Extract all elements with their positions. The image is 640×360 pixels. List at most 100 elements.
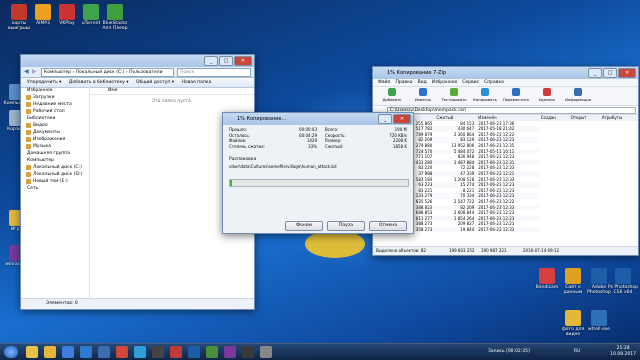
toolbar-button[interactable]: Копировать <box>470 88 500 102</box>
ie-taskbar-icon[interactable] <box>62 346 74 358</box>
menu-item[interactable]: Справка <box>484 80 504 85</box>
archiver-toolbar: Добавить Извлечь Тестировать Копировать Пере… <box>373 87 638 106</box>
steam-taskbar-icon[interactable] <box>98 346 110 358</box>
nav-item[interactable]: Видео <box>21 122 89 129</box>
chrome-taskbar-icon[interactable] <box>80 346 92 358</box>
maximize-button[interactable]: □ <box>603 68 617 78</box>
add-to-library-button[interactable]: Добавить в библиотеку ▾ <box>69 80 129 85</box>
pause-button[interactable]: Пауза <box>327 221 365 231</box>
clock[interactable]: 21:28 10.08.2017 <box>610 346 636 358</box>
search-input[interactable]: Поиск <box>177 68 251 77</box>
share-button[interactable]: Общий доступ ▾ <box>136 80 174 85</box>
folder-icon <box>26 95 31 100</box>
column-header[interactable]: Атрибуты <box>600 115 638 121</box>
nav-item[interactable]: Новый том (E:) <box>21 178 89 185</box>
folder-icon <box>26 130 31 135</box>
nav-item[interactable]: Библиотеки <box>21 115 89 122</box>
toolbar-button[interactable]: Удалить <box>532 88 562 102</box>
nav-item-label: Компьютер <box>27 158 54 163</box>
folder-icon <box>26 172 31 177</box>
toolbar-icon <box>481 88 489 96</box>
nav-item[interactable]: Домашняя группа <box>21 150 89 157</box>
document-icon <box>591 310 607 326</box>
close-button[interactable]: ✕ <box>234 56 252 66</box>
app-taskbar-icon[interactable] <box>152 346 164 358</box>
path-input[interactable]: C:\Users\v\Desktop\mempack.rar\ <box>387 107 636 114</box>
explorer-address-bar: ◀ ▶ Компьютер › Локальный диск (C:) › По… <box>21 67 254 78</box>
winrar-taskbar-icon[interactable] <box>224 346 236 358</box>
nav-item[interactable]: Локальный диск (C:) <box>21 164 89 171</box>
language-indicator[interactable]: RU <box>574 349 580 354</box>
address-input[interactable]: Компьютер › Локальный диск (C:) › Пользо… <box>41 68 174 77</box>
toolbar-button[interactable]: Тестировать <box>439 88 469 102</box>
explorer-taskbar-icon[interactable] <box>26 346 38 358</box>
menu-item[interactable]: Избранное <box>432 80 458 85</box>
minecraft-taskbar-icon[interactable] <box>206 346 218 358</box>
photoshop-icon <box>615 268 631 284</box>
toolbar-button[interactable]: Переместить <box>501 88 531 102</box>
archiver-taskbar-icon[interactable] <box>242 346 254 358</box>
nav-item[interactable]: Музыка <box>21 143 89 150</box>
nav-item[interactable]: Сеть <box>21 185 89 192</box>
nav-item[interactable]: Рабочий стол <box>21 108 89 115</box>
archiver-titlebar[interactable]: 1% Копирование 7-Zip _ □ ✕ <box>373 67 638 79</box>
column-header[interactable]: Создан <box>539 115 569 121</box>
maximize-button[interactable]: □ <box>219 56 233 66</box>
nav-item[interactable]: Загрузки <box>21 94 89 101</box>
copy-dialog-title: 1% Копирование... <box>237 116 287 122</box>
nav-item[interactable]: Изображения <box>21 136 89 143</box>
toolbar-button[interactable]: Извлечь <box>408 88 438 102</box>
desktop-icon-bluestacks[interactable]: BlueStacks Апп Плеер <box>98 4 132 31</box>
stat-label: Степень сжатия: <box>229 143 265 149</box>
bandicam-icon <box>539 268 555 284</box>
menu-item[interactable]: Файл <box>378 80 390 85</box>
bandicam-taskbar-icon[interactable] <box>116 346 128 358</box>
photoshop-taskbar-icon[interactable] <box>188 346 200 358</box>
copy-taskbar-icon[interactable] <box>260 346 272 358</box>
menu-item[interactable]: Сервис <box>462 80 479 85</box>
back-arrow-icon[interactable]: ◀ <box>24 68 29 75</box>
column-header[interactable]: Открыт <box>569 115 600 121</box>
nav-item-label: Избранное <box>27 88 53 93</box>
explorer-titlebar[interactable]: _ □ ✕ <box>21 55 254 67</box>
file-list-header: Имя <box>90 87 254 95</box>
close-button[interactable]: ✕ <box>393 114 411 124</box>
copy-dialog-titlebar[interactable]: 1% Копирование... _ ✕ <box>223 113 413 125</box>
toolbar-button[interactable]: Добавить <box>377 88 407 102</box>
desktop-icon-wtrell[interactable]: wtrell.exe <box>582 310 616 332</box>
toolbar-button[interactable]: Информация <box>563 88 593 102</box>
organize-button[interactable]: Упорядочить ▾ <box>27 80 61 85</box>
folder-taskbar-icon[interactable] <box>44 346 56 358</box>
minimize-button[interactable]: _ <box>378 114 392 124</box>
nav-item[interactable]: Избранное <box>21 87 89 94</box>
folder-icon <box>26 123 31 128</box>
nav-item-label: Локальный диск (D:) <box>33 172 83 177</box>
empty-folder-text: Эта папка пуста. <box>151 99 193 104</box>
start-button[interactable] <box>4 346 18 358</box>
nav-item[interactable]: Компьютер <box>21 157 89 164</box>
close-button[interactable]: ✕ <box>618 68 636 78</box>
toolbar-icon <box>574 88 582 96</box>
column-name-header[interactable]: Имя <box>108 88 117 93</box>
toolbar-icon <box>512 88 520 96</box>
desktop-icon-photoshop[interactable]: Ps Photoshop CS6 x64 <box>606 268 640 295</box>
bluestacks-icon <box>107 4 123 20</box>
cancel-button[interactable]: Отмена <box>369 221 407 231</box>
new-folder-button[interactable]: Новая папка <box>181 80 211 85</box>
menu-item[interactable]: Правка <box>395 80 412 85</box>
minimize-button[interactable]: _ <box>204 56 218 66</box>
nav-item[interactable]: Локальный диск (D:) <box>21 171 89 178</box>
nav-item[interactable]: Документы <box>21 129 89 136</box>
opera-taskbar-icon[interactable] <box>170 346 182 358</box>
nav-item[interactable]: Недавние места <box>21 101 89 108</box>
taskbar: Запись [00:02:35] RU 21:28 10.08.2017 <box>0 343 640 360</box>
background-button[interactable]: Фоном <box>285 221 323 231</box>
nav-item-label: Локальный диск (C:) <box>33 165 82 170</box>
minimize-button[interactable]: _ <box>588 68 602 78</box>
table-cell: 19 844 <box>460 226 475 232</box>
skype-taskbar-icon[interactable] <box>134 346 146 358</box>
explorer-window: _ □ ✕ ◀ ▶ Компьютер › Локальный диск (C:… <box>20 54 255 310</box>
copy-progress-fill <box>230 180 232 186</box>
menu-item[interactable]: Вид <box>418 80 427 85</box>
forward-arrow-icon[interactable]: ▶ <box>32 68 37 75</box>
